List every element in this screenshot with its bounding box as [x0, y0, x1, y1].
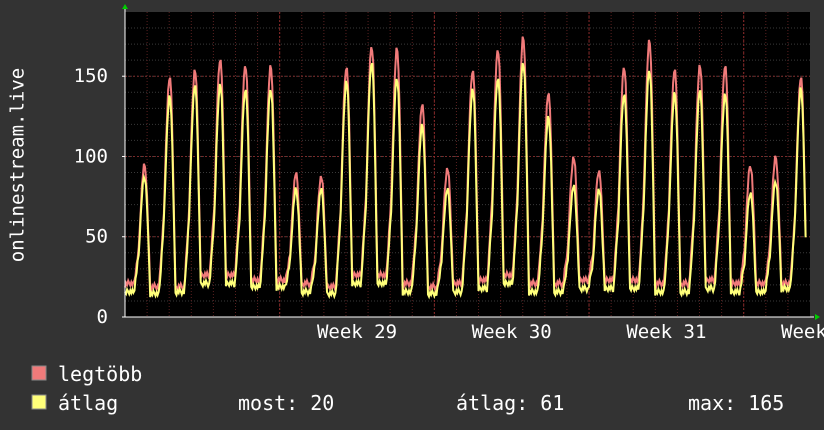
x-axis-arrow [815, 314, 820, 320]
y-tick-label: 150 [74, 65, 108, 87]
legend-swatch-legtobb [31, 365, 47, 381]
legend-swatch-atlag [31, 394, 47, 410]
y-tick-label: 0 [97, 306, 108, 328]
y-tick-label: 50 [85, 226, 108, 248]
x-tick-label: Week 29 [317, 321, 397, 343]
x-tick-label: Week 30 [472, 321, 552, 343]
chart-svg: 0 50 100 150 Week 29 Week 30 Week 31 Week 32 on… [7, 4, 824, 415]
stat-max: max: 165 [688, 391, 784, 415]
stat-now: most: 20 [238, 391, 334, 415]
stat-avg: átlag: 61 [456, 391, 564, 415]
x-tick-label: Week 31 [626, 321, 706, 343]
y-tick-label: 100 [74, 145, 108, 167]
x-tick-label: Week 32 [781, 321, 824, 343]
legend-label-legtobb: legtöbb [58, 362, 142, 386]
chart: 0 50 100 150 Week 29 Week 30 Week 31 Week 32 on… [0, 0, 824, 430]
legend-label-atlag: átlag [58, 391, 118, 415]
y-axis-arrow [122, 4, 128, 9]
y-axis-label: onlinestream.live [7, 68, 29, 262]
